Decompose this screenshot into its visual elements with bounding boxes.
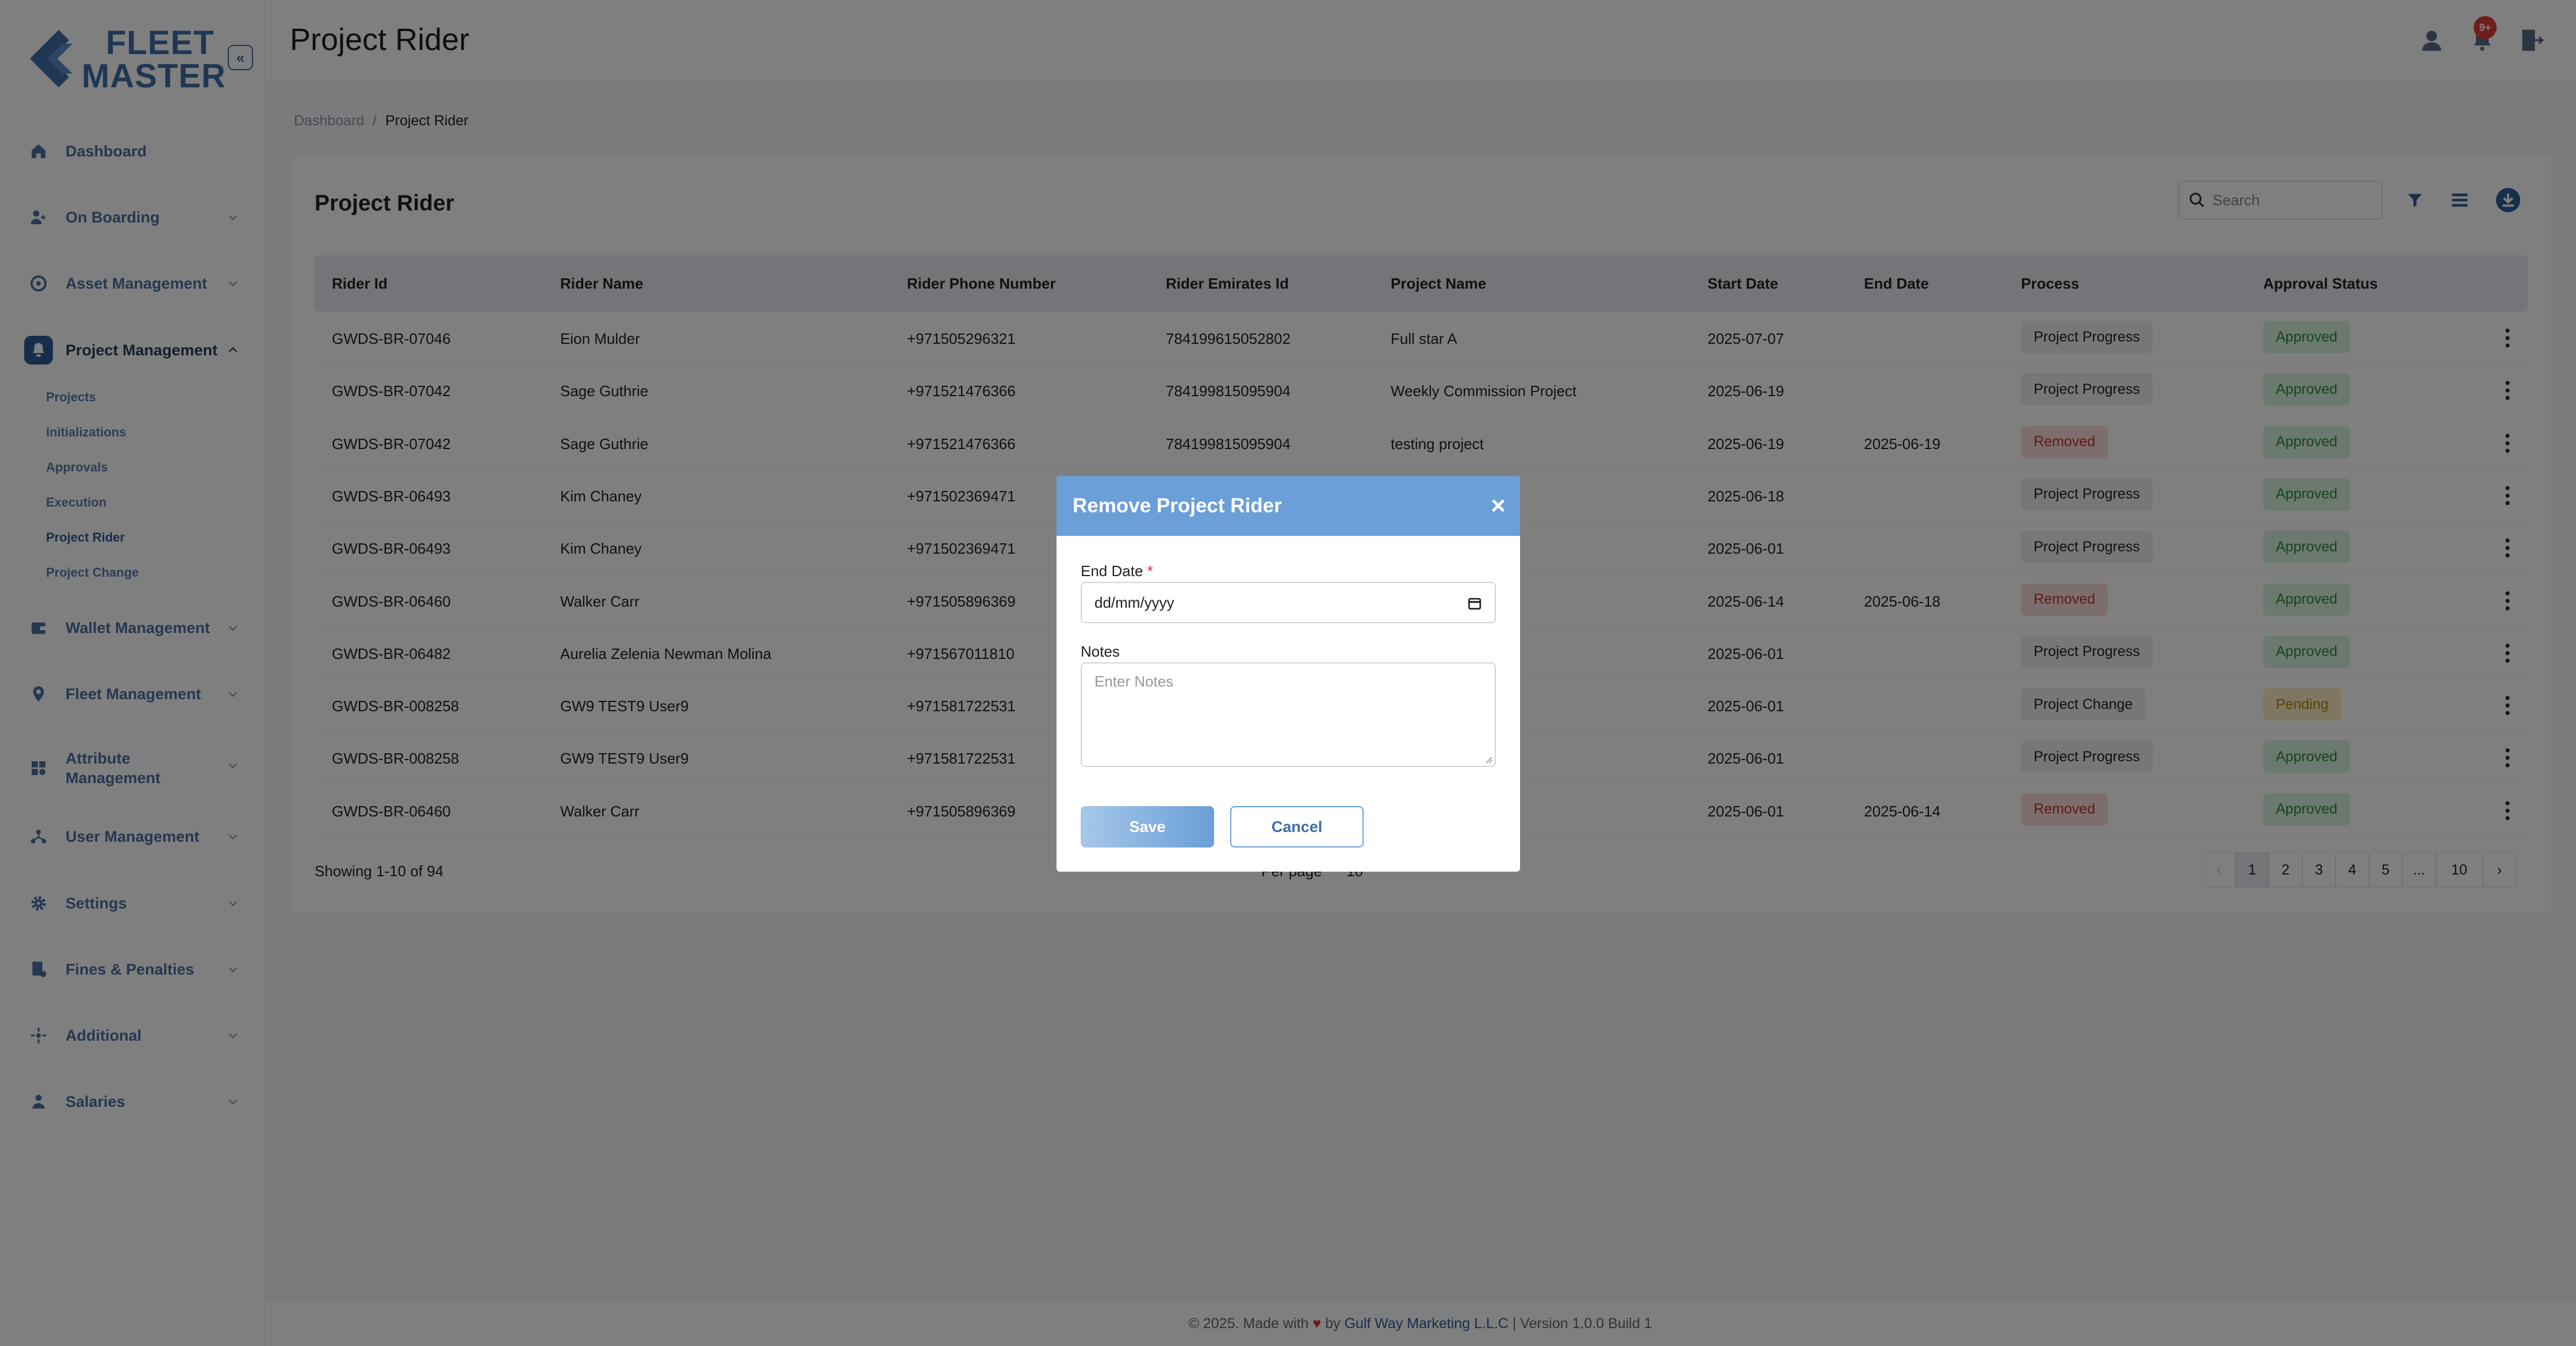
cancel-button[interactable]: Cancel [1230,806,1364,848]
notes-textarea[interactable]: Enter Notes [1081,662,1496,767]
remove-project-rider-modal: Remove Project Rider × End Date * dd/mm/… [1057,476,1520,872]
required-mark: * [1147,562,1153,580]
end-date-input[interactable]: dd/mm/yyyy [1081,582,1496,623]
save-button[interactable]: Save [1081,806,1214,848]
end-date-label: End Date * [1081,562,1153,580]
close-icon[interactable]: × [1486,493,1511,519]
end-date-placeholder: dd/mm/yyyy [1094,593,1174,611]
modal-header: Remove Project Rider × [1057,476,1520,536]
notes-label: Notes [1081,643,1120,660]
resize-handle-icon[interactable] [1483,754,1492,764]
notes-placeholder: Enter Notes [1094,673,1174,690]
modal-title: Remove Project Rider [1073,494,1282,517]
calendar-icon[interactable] [1467,596,1482,611]
